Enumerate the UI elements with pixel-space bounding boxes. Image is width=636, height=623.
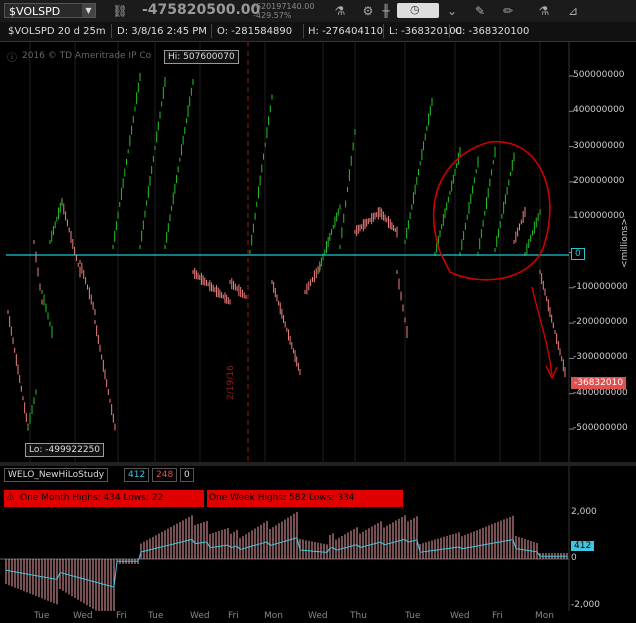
price-chart[interactable] [0,42,636,462]
last-price: -475820500.00 [142,2,261,18]
x-day-label: Mon [535,611,554,621]
open-value: O: -281584890 [217,26,293,37]
chevron-down-icon[interactable]: ⌄ [444,3,460,19]
chevron-down-icon[interactable]: ▼ [82,4,95,17]
zero-axis-tag: 0 [571,248,585,260]
lower-ytick-neg2000: -2,000 [571,600,601,610]
x-day-label: Wed [190,611,210,621]
x-day-label: Wed [450,611,470,621]
week-banner: One Week Highs: 582 Lows: 334 [207,490,403,507]
symbol-selector[interactable]: $VOLSPD ▼ [4,3,96,18]
pct-change: -429.57% [253,11,292,20]
y-tick-label: -200000000 [573,317,628,328]
symbol-text: $VOLSPD [9,5,61,18]
hi-label: Hi: 507600070 [164,50,239,64]
lower-ytick-2000: 2,000 [571,507,597,517]
chart-icon[interactable]: ⊿ [565,3,581,19]
study-val-3: 0 [180,468,194,482]
y-tick-label: -100000000 [573,281,628,292]
drawing-icon[interactable]: ✎ [472,3,488,19]
close-value: C: -368320100 [455,26,530,37]
x-day-label: Mon [264,611,283,621]
study-val-1: 412 [124,468,150,482]
y-tick-label: 400000000 [573,105,625,116]
study-current-tag: 412 [571,541,595,551]
x-day-label: Tue [148,611,164,621]
low-value: L: -368320100 [389,26,462,37]
y-tick-label: -500000000 [573,423,628,433]
study-name[interactable]: WELO_NewHiLoStudy [4,468,109,482]
week-banner-text: One Week Highs: 582 Lows: 334 [209,493,355,503]
pencil-icon[interactable]: ✏ [500,3,516,19]
style-icon[interactable]: ╫ [378,3,394,19]
y-tick-label: 300000000 [573,140,625,151]
axis-unit: <millions> [620,218,630,268]
y-tick-label: -300000000 [573,352,628,363]
lo-label: Lo: -499922250 [25,443,105,457]
x-day-label: Fri [492,611,503,621]
symbol-period: $VOLSPD 20 d 25m [8,26,106,37]
x-day-label: Wed [73,611,93,621]
y-tick-label: 500000000 [573,70,625,80]
copyright-text: 2016 © TD Ameritrade IP Co [22,51,152,61]
x-day-label: Wed [308,611,328,621]
month-banner-text: One Month Highs: 434 Lows: 22 [20,493,164,503]
info-icon[interactable]: ⓘ [7,49,17,64]
flask-icon[interactable]: ⚗ [332,3,348,19]
warning-icon: ⚠ [6,492,15,503]
y-tick-label: 200000000 [573,175,625,186]
x-day-label: Thu [350,611,367,621]
x-day-label: Fri [116,611,127,621]
bar-date: D: 3/8/16 2:45 PM [117,26,207,37]
link-icon[interactable]: ⛓ [112,3,128,19]
lower-ytick-0: 0 [571,553,577,563]
net-change: -620197140.00 [253,2,315,11]
study-val-2: 248 [152,468,178,482]
x-day-label: Fri [228,611,239,621]
high-value: H: -276404110 [308,26,383,37]
month-banner: ⚠ One Month Highs: 434 Lows: 22 [4,490,204,507]
gear-icon[interactable]: ⚙ [360,3,376,19]
y-tick-label: 100000000 [573,211,625,222]
date-marker-label: 2/19/16 [226,365,236,400]
y-tick-label: -400000000 [573,387,628,398]
current-value-tag: -36832010 [571,377,627,389]
flask-icon-2[interactable]: ⚗ [536,3,552,19]
ohlc-infobar: $VOLSPD 20 d 25m D: 3/8/16 2:45 PM O: -2… [0,22,636,42]
x-day-label: Tue [405,611,421,621]
time-frame-button[interactable]: ◷ [397,3,439,18]
clock-icon: ◷ [410,3,420,16]
change-box: -620197140.00 -429.57% [253,2,314,20]
chart-toolbar: $VOLSPD ▼ ⛓ -475820500.00 -620197140.00 … [0,0,636,37]
x-day-label: Tue [34,611,50,621]
study-panel[interactable] [0,466,636,611]
